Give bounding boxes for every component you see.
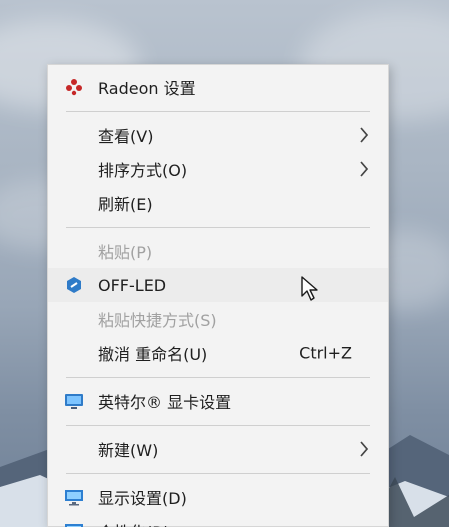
menu-item-label: 显示设置(D) bbox=[98, 489, 187, 508]
amd-radeon-icon bbox=[63, 76, 85, 98]
menu-separator bbox=[66, 111, 370, 112]
menu-item-label: 刷新(E) bbox=[98, 195, 153, 214]
menu-item-radeon-settings[interactable]: Radeon 设置 bbox=[48, 70, 388, 104]
menu-item-off-led[interactable]: OFF-LED bbox=[48, 268, 388, 302]
menu-item-label: 英特尔® 显卡设置 bbox=[98, 393, 232, 412]
menu-item-label: Radeon 设置 bbox=[98, 79, 196, 98]
menu-separator bbox=[66, 227, 370, 228]
menu-separator bbox=[66, 425, 370, 426]
menu-item-paste[interactable]: 粘贴(P) bbox=[48, 234, 388, 268]
menu-item-view[interactable]: 查看(V) bbox=[48, 118, 388, 152]
menu-item-paste-shortcut[interactable]: 粘贴快捷方式(S) bbox=[48, 302, 388, 336]
desktop-context-menu: Radeon 设置 查看(V) 排序方式(O) 刷新(E) 粘贴(P) OFF-… bbox=[47, 64, 389, 527]
intel-graphics-icon bbox=[63, 390, 85, 412]
menu-item-refresh[interactable]: 刷新(E) bbox=[48, 186, 388, 220]
menu-item-intel-graphics-settings[interactable]: 英特尔® 显卡设置 bbox=[48, 384, 388, 418]
hexagon-app-icon bbox=[63, 274, 85, 296]
menu-item-undo-rename[interactable]: 撤消 重命名(U) Ctrl+Z bbox=[48, 336, 388, 370]
menu-item-display-settings[interactable]: 显示设置(D) bbox=[48, 480, 388, 514]
menu-item-label: 个性化(R) bbox=[98, 519, 170, 527]
menu-item-label: 查看(V) bbox=[98, 127, 154, 146]
menu-item-label: 撤消 重命名(U) bbox=[98, 345, 208, 364]
menu-item-sort-by[interactable]: 排序方式(O) bbox=[48, 152, 388, 186]
chevron-right-icon bbox=[360, 441, 369, 457]
menu-item-label: 新建(W) bbox=[98, 441, 159, 460]
personalize-icon bbox=[63, 520, 85, 527]
menu-item-label: 排序方式(O) bbox=[98, 161, 188, 180]
menu-item-personalize[interactable]: 个性化(R) bbox=[48, 514, 388, 527]
menu-separator bbox=[66, 377, 370, 378]
keyboard-shortcut: Ctrl+Z bbox=[299, 343, 352, 363]
chevron-right-icon bbox=[360, 127, 369, 143]
menu-separator bbox=[66, 473, 370, 474]
menu-item-label: OFF-LED bbox=[98, 275, 167, 295]
menu-item-label: 粘贴(P) bbox=[98, 243, 153, 262]
chevron-right-icon bbox=[360, 161, 369, 177]
monitor-icon bbox=[63, 486, 85, 508]
menu-item-new[interactable]: 新建(W) bbox=[48, 432, 388, 466]
menu-item-label: 粘贴快捷方式(S) bbox=[98, 311, 217, 330]
